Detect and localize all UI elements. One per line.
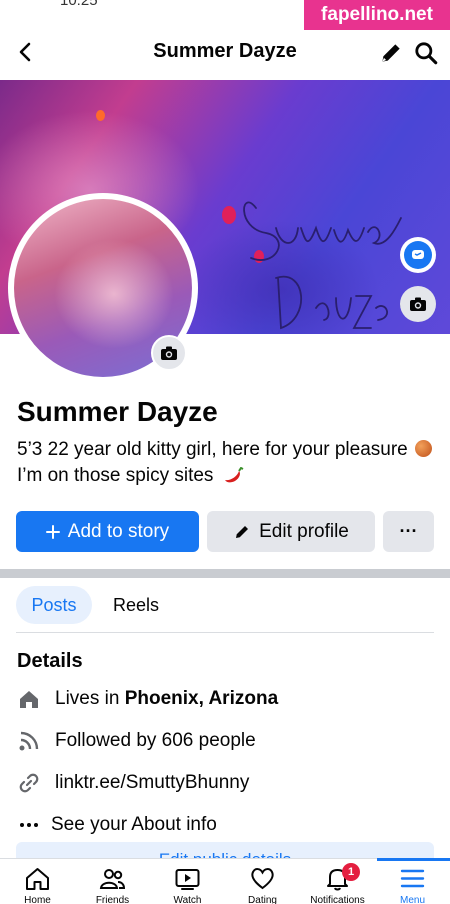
status-time: 10:25: [60, 0, 98, 9]
tab-posts[interactable]: Posts: [16, 586, 92, 624]
watch-icon: [175, 869, 200, 890]
edit-profile-label: Edit profile: [259, 520, 349, 542]
nav-home[interactable]: Home: [0, 859, 75, 904]
detail-link-text[interactable]: linktr.ee/SmuttyBhunny: [55, 772, 249, 794]
tabs-divider: [16, 632, 434, 633]
pencil-icon: [382, 44, 400, 62]
nav-menu-label: Menu: [399, 895, 425, 904]
nav-dating[interactable]: Dating: [225, 859, 300, 904]
profile-bio: 5’3 22 year old kitty girl, here for you…: [17, 437, 437, 489]
nav-watch[interactable]: Watch: [150, 859, 225, 904]
add-to-story-button[interactable]: Add to story: [16, 511, 199, 552]
chili-pepper-emoji-icon: [224, 467, 244, 483]
nav-friends[interactable]: Friends: [75, 859, 150, 904]
home-icon: [26, 868, 49, 890]
avatar-highlight: [54, 239, 174, 349]
nav-watch-label: Watch: [173, 895, 202, 904]
detail-link[interactable]: linktr.ee/SmuttyBhunny: [17, 769, 437, 797]
cover-camera-button[interactable]: [400, 286, 436, 322]
detail-lives-place[interactable]: Phoenix, Arizona: [125, 688, 278, 709]
watermark: fapellino.net: [304, 0, 450, 30]
story-chip-button[interactable]: [400, 237, 436, 273]
more-options-button[interactable]: ···: [383, 511, 434, 552]
menu-icon: [400, 869, 425, 888]
detail-followers: Followed by 606 people: [17, 727, 437, 755]
home-icon: [17, 687, 41, 711]
detail-followers-text: Followed by 606 people: [55, 730, 256, 751]
detail-about-text: See your About info: [51, 814, 217, 835]
avatar-camera-button[interactable]: [151, 335, 187, 371]
detail-lives-prefix: Lives in: [55, 688, 125, 709]
dating-icon: [251, 868, 274, 890]
profile-actions: Add to story Edit profile ···: [16, 511, 434, 552]
petal-decoration: [222, 206, 236, 224]
plus-icon: [45, 524, 60, 539]
detail-lives-in: Lives in Phoenix, Arizona: [17, 685, 437, 713]
details-title: Details: [17, 650, 83, 672]
nav-dating-label: Dating: [248, 895, 277, 904]
camera-icon: [410, 297, 426, 311]
section-divider: [0, 569, 450, 578]
top-bar: Summer Dayze: [0, 32, 450, 74]
pencil-icon: [236, 525, 249, 538]
messenger-icon: [404, 241, 432, 269]
nav-friends-label: Friends: [95, 895, 130, 904]
edit-profile-button[interactable]: Edit profile: [207, 511, 375, 552]
notification-badge: 1: [342, 863, 360, 881]
edit-button[interactable]: [378, 40, 404, 66]
more-dots-icon: [17, 813, 41, 837]
profile-name: Summer Dayze: [17, 396, 218, 427]
bottom-nav: Home Friends Watch Dating 1 Notification…: [0, 858, 450, 904]
link-icon: [17, 771, 41, 795]
petal-decoration: [96, 110, 105, 121]
bio-text: 5’3 22 year old kitty girl, here for you…: [17, 439, 408, 460]
search-icon: [415, 42, 438, 65]
bio-text: I’m on those spicy sites: [17, 465, 214, 486]
nav-home-label: Home: [24, 895, 51, 904]
tab-reels[interactable]: Reels: [100, 586, 172, 624]
friends-icon: [99, 869, 126, 889]
camera-icon: [161, 346, 177, 360]
rss-feed-icon: [17, 729, 41, 753]
nav-menu[interactable]: Menu: [375, 859, 450, 904]
add-to-story-label: Add to story: [67, 520, 170, 542]
detail-about[interactable]: See your About info: [17, 811, 437, 839]
basketball-emoji-icon: [415, 440, 433, 457]
nav-notifications-label: Notifications: [310, 895, 365, 904]
nav-notifications[interactable]: 1 Notifications: [300, 859, 375, 904]
search-button[interactable]: [413, 40, 439, 66]
